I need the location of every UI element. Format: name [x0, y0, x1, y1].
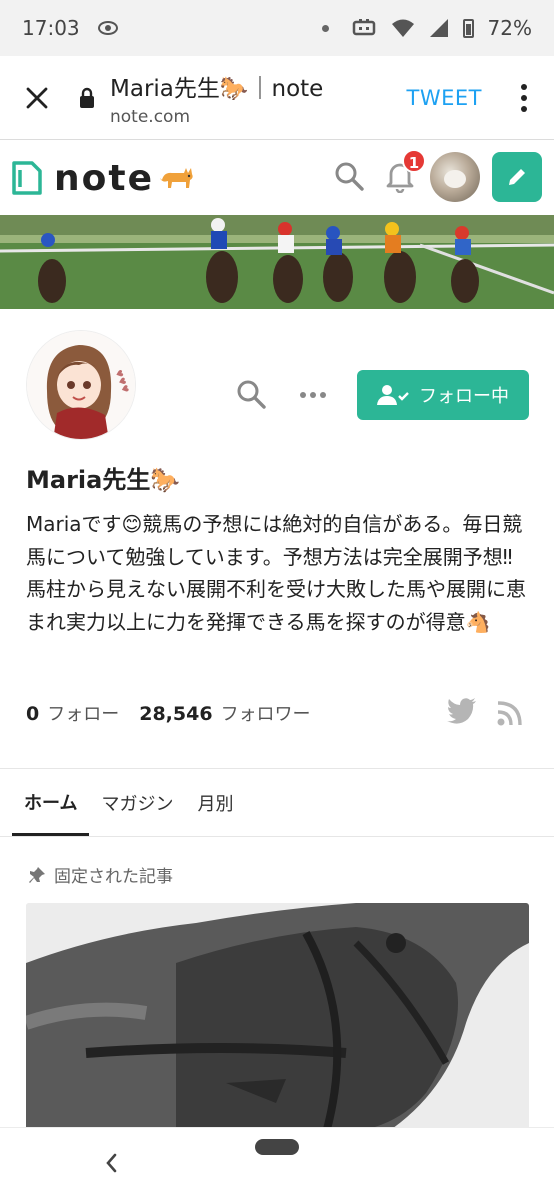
tweet-button[interactable]: TWEET	[407, 86, 482, 110]
divider	[0, 836, 554, 837]
wifi-icon	[391, 19, 414, 37]
page-url: note.com	[110, 106, 191, 127]
follow-button[interactable]: フォロー中	[357, 370, 529, 420]
signal-icon	[429, 19, 448, 37]
profile-search-icon[interactable]	[236, 379, 266, 409]
pin-icon	[29, 866, 45, 883]
menu-dot-icon	[521, 105, 527, 112]
following-count[interactable]: 0	[26, 703, 39, 725]
note-header: note 1	[0, 141, 554, 215]
close-tab-button[interactable]	[0, 56, 74, 140]
eye-notification-icon	[97, 21, 118, 35]
follow-stats: 0 フォロー 28,546 フォロワー	[26, 700, 331, 726]
more-dot-icon	[310, 392, 316, 398]
menu-dot-icon	[521, 94, 527, 101]
tab-home[interactable]: ホーム	[12, 770, 90, 836]
rss-icon[interactable]	[497, 700, 523, 726]
overflow-menu-button[interactable]	[504, 83, 544, 112]
system-nav-bar	[0, 1127, 554, 1200]
user-avatar[interactable]	[430, 152, 480, 202]
cat-logo-icon	[160, 168, 193, 188]
status-right: 72%	[321, 16, 532, 40]
user-check-icon	[377, 385, 409, 405]
profile-more-button[interactable]	[300, 392, 326, 398]
follow-button-label: フォロー中	[419, 386, 509, 407]
home-pill-button[interactable]	[255, 1139, 299, 1155]
followers-label[interactable]: フォロワー	[221, 700, 311, 726]
twitter-icon[interactable]	[447, 698, 477, 724]
notification-badge: 1	[402, 149, 426, 173]
more-dot-icon	[320, 392, 326, 398]
profile-tabs: ホーム マガジン 月別	[12, 770, 245, 836]
status-time: 17:03	[22, 16, 80, 40]
note-logo-text[interactable]: note	[54, 158, 154, 199]
menu-dot-icon	[521, 83, 527, 90]
browser-toolbar: Maria先生🐎｜note note.com TWEET	[0, 56, 554, 140]
profile-banner-image	[0, 215, 554, 309]
note-logo-icon[interactable]	[12, 161, 42, 195]
following-label[interactable]: フォロー	[47, 700, 119, 726]
tab-monthly[interactable]: 月別	[185, 770, 245, 836]
tab-magazine[interactable]: マガジン	[89, 770, 185, 836]
profile-avatar[interactable]: ♥♥♥	[26, 330, 136, 440]
page-title-block[interactable]: Maria先生🐎｜note note.com	[110, 69, 407, 127]
pencil-icon	[509, 169, 525, 185]
battery-percent: 72%	[487, 16, 532, 40]
post-button[interactable]	[492, 152, 542, 202]
followers-count[interactable]: 28,546	[139, 703, 212, 725]
pinned-header: 固定された記事	[28, 862, 173, 887]
pinned-article-image[interactable]	[26, 903, 529, 1133]
battery-icon	[462, 18, 474, 38]
more-dot-icon	[300, 392, 306, 398]
back-icon[interactable]	[103, 1152, 119, 1174]
lock-icon	[74, 87, 100, 109]
profile-name: Maria先生🐎	[26, 466, 181, 494]
page-title: Maria先生🐎｜note	[110, 75, 324, 102]
notification-dot-icon	[321, 24, 329, 32]
search-icon[interactable]	[334, 161, 364, 191]
pinned-label: 固定された記事	[54, 867, 173, 887]
vpn-key-icon	[352, 19, 375, 36]
profile-bio: Mariaです😊競馬の予想には絶対的自信がある。毎日競馬について勉強しています。…	[26, 512, 526, 634]
status-bar: 17:03 72%	[0, 0, 554, 56]
close-icon	[26, 87, 48, 108]
divider	[0, 768, 554, 769]
